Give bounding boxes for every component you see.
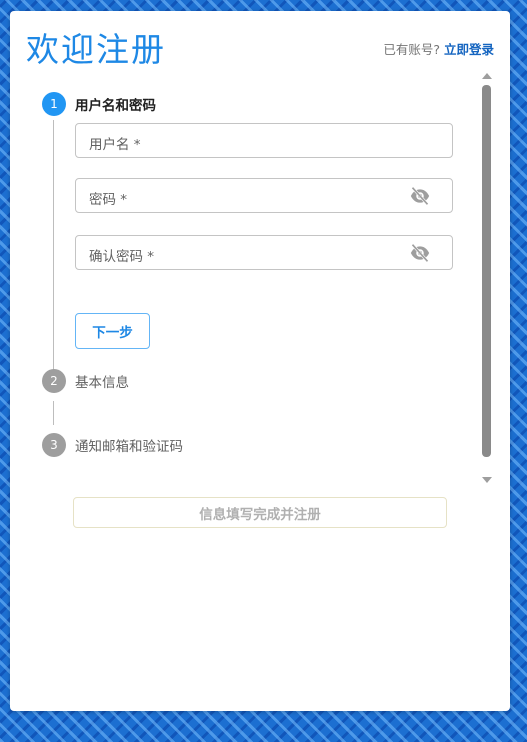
- step-1[interactable]: 1 用户名和密码: [42, 92, 156, 116]
- step-1-number: 1: [42, 92, 66, 116]
- login-prompt: 已有账号? 立即登录: [383, 39, 494, 58]
- step-2-number: 2: [42, 369, 66, 393]
- confirm-password-label: 确认密码 *: [89, 249, 155, 265]
- register-card: 欢迎注册 已有账号? 立即登录 1 用户名和密码 用户名 * 密码 * 确认密码…: [10, 11, 510, 711]
- step-2-label: 基本信息: [75, 375, 129, 391]
- eye-off-icon[interactable]: [408, 243, 432, 263]
- page-title: 欢迎注册: [26, 30, 166, 69]
- step-connector: [53, 120, 54, 370]
- username-field[interactable]: 用户名 *: [75, 123, 453, 158]
- stepper-scroll-area: 1 用户名和密码 用户名 * 密码 * 确认密码 * 下一步 2 基本信息 3 …: [10, 73, 510, 483]
- password-field[interactable]: 密码 *: [75, 178, 453, 213]
- step-3-label: 通知邮箱和验证码: [75, 439, 183, 455]
- confirm-password-field[interactable]: 确认密码 *: [75, 235, 453, 270]
- step-2[interactable]: 2 基本信息: [42, 369, 129, 393]
- scroll-thumb[interactable]: [482, 85, 491, 457]
- next-button[interactable]: 下一步: [75, 313, 150, 349]
- submit-register-button[interactable]: 信息填写完成并注册: [73, 497, 447, 528]
- scrollbar[interactable]: [480, 73, 494, 483]
- password-label: 密码 *: [89, 192, 128, 208]
- step-3-number: 3: [42, 433, 66, 457]
- step-1-label: 用户名和密码: [75, 98, 156, 114]
- has-account-text: 已有账号?: [383, 42, 440, 57]
- eye-off-icon[interactable]: [408, 186, 432, 206]
- login-link[interactable]: 立即登录: [444, 42, 494, 57]
- scroll-down-arrow-icon[interactable]: [482, 477, 492, 483]
- username-label: 用户名 *: [89, 137, 141, 153]
- scroll-up-arrow-icon[interactable]: [482, 73, 492, 79]
- step-3[interactable]: 3 通知邮箱和验证码: [42, 433, 183, 457]
- step-connector: [53, 401, 54, 425]
